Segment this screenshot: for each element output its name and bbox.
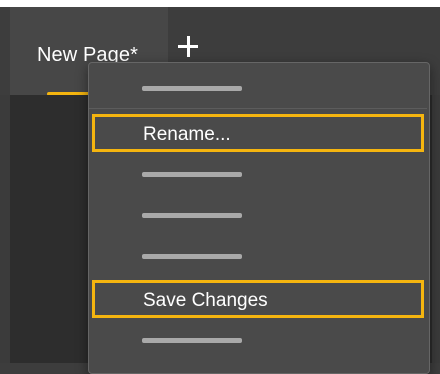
rename-menu-item[interactable]: Rename... <box>92 114 424 152</box>
content-left-edge <box>0 95 10 363</box>
menu-divider <box>89 108 427 109</box>
menu-item-placeholder-2[interactable] <box>92 155 424 193</box>
menu-item-placeholder-4[interactable] <box>92 237 424 275</box>
save-changes-menu-item[interactable]: Save Changes <box>92 280 424 318</box>
menu-item-placeholder-1[interactable] <box>92 69 424 107</box>
menu-item-placeholder-3[interactable] <box>92 196 424 234</box>
rename-label: Rename... <box>143 124 231 145</box>
plus-icon-stroke <box>186 36 190 57</box>
add-tab-button[interactable] <box>170 30 204 64</box>
content-right-edge <box>432 95 440 363</box>
tab-context-menu: Rename... Save Changes <box>88 62 430 374</box>
redacted-label <box>142 172 242 177</box>
redacted-label <box>142 338 242 343</box>
redacted-label <box>142 213 242 218</box>
redacted-label <box>142 254 242 259</box>
menu-item-placeholder-5[interactable] <box>92 321 424 359</box>
top-strip <box>0 0 440 7</box>
save-changes-label: Save Changes <box>143 290 268 311</box>
redacted-label <box>142 86 242 91</box>
